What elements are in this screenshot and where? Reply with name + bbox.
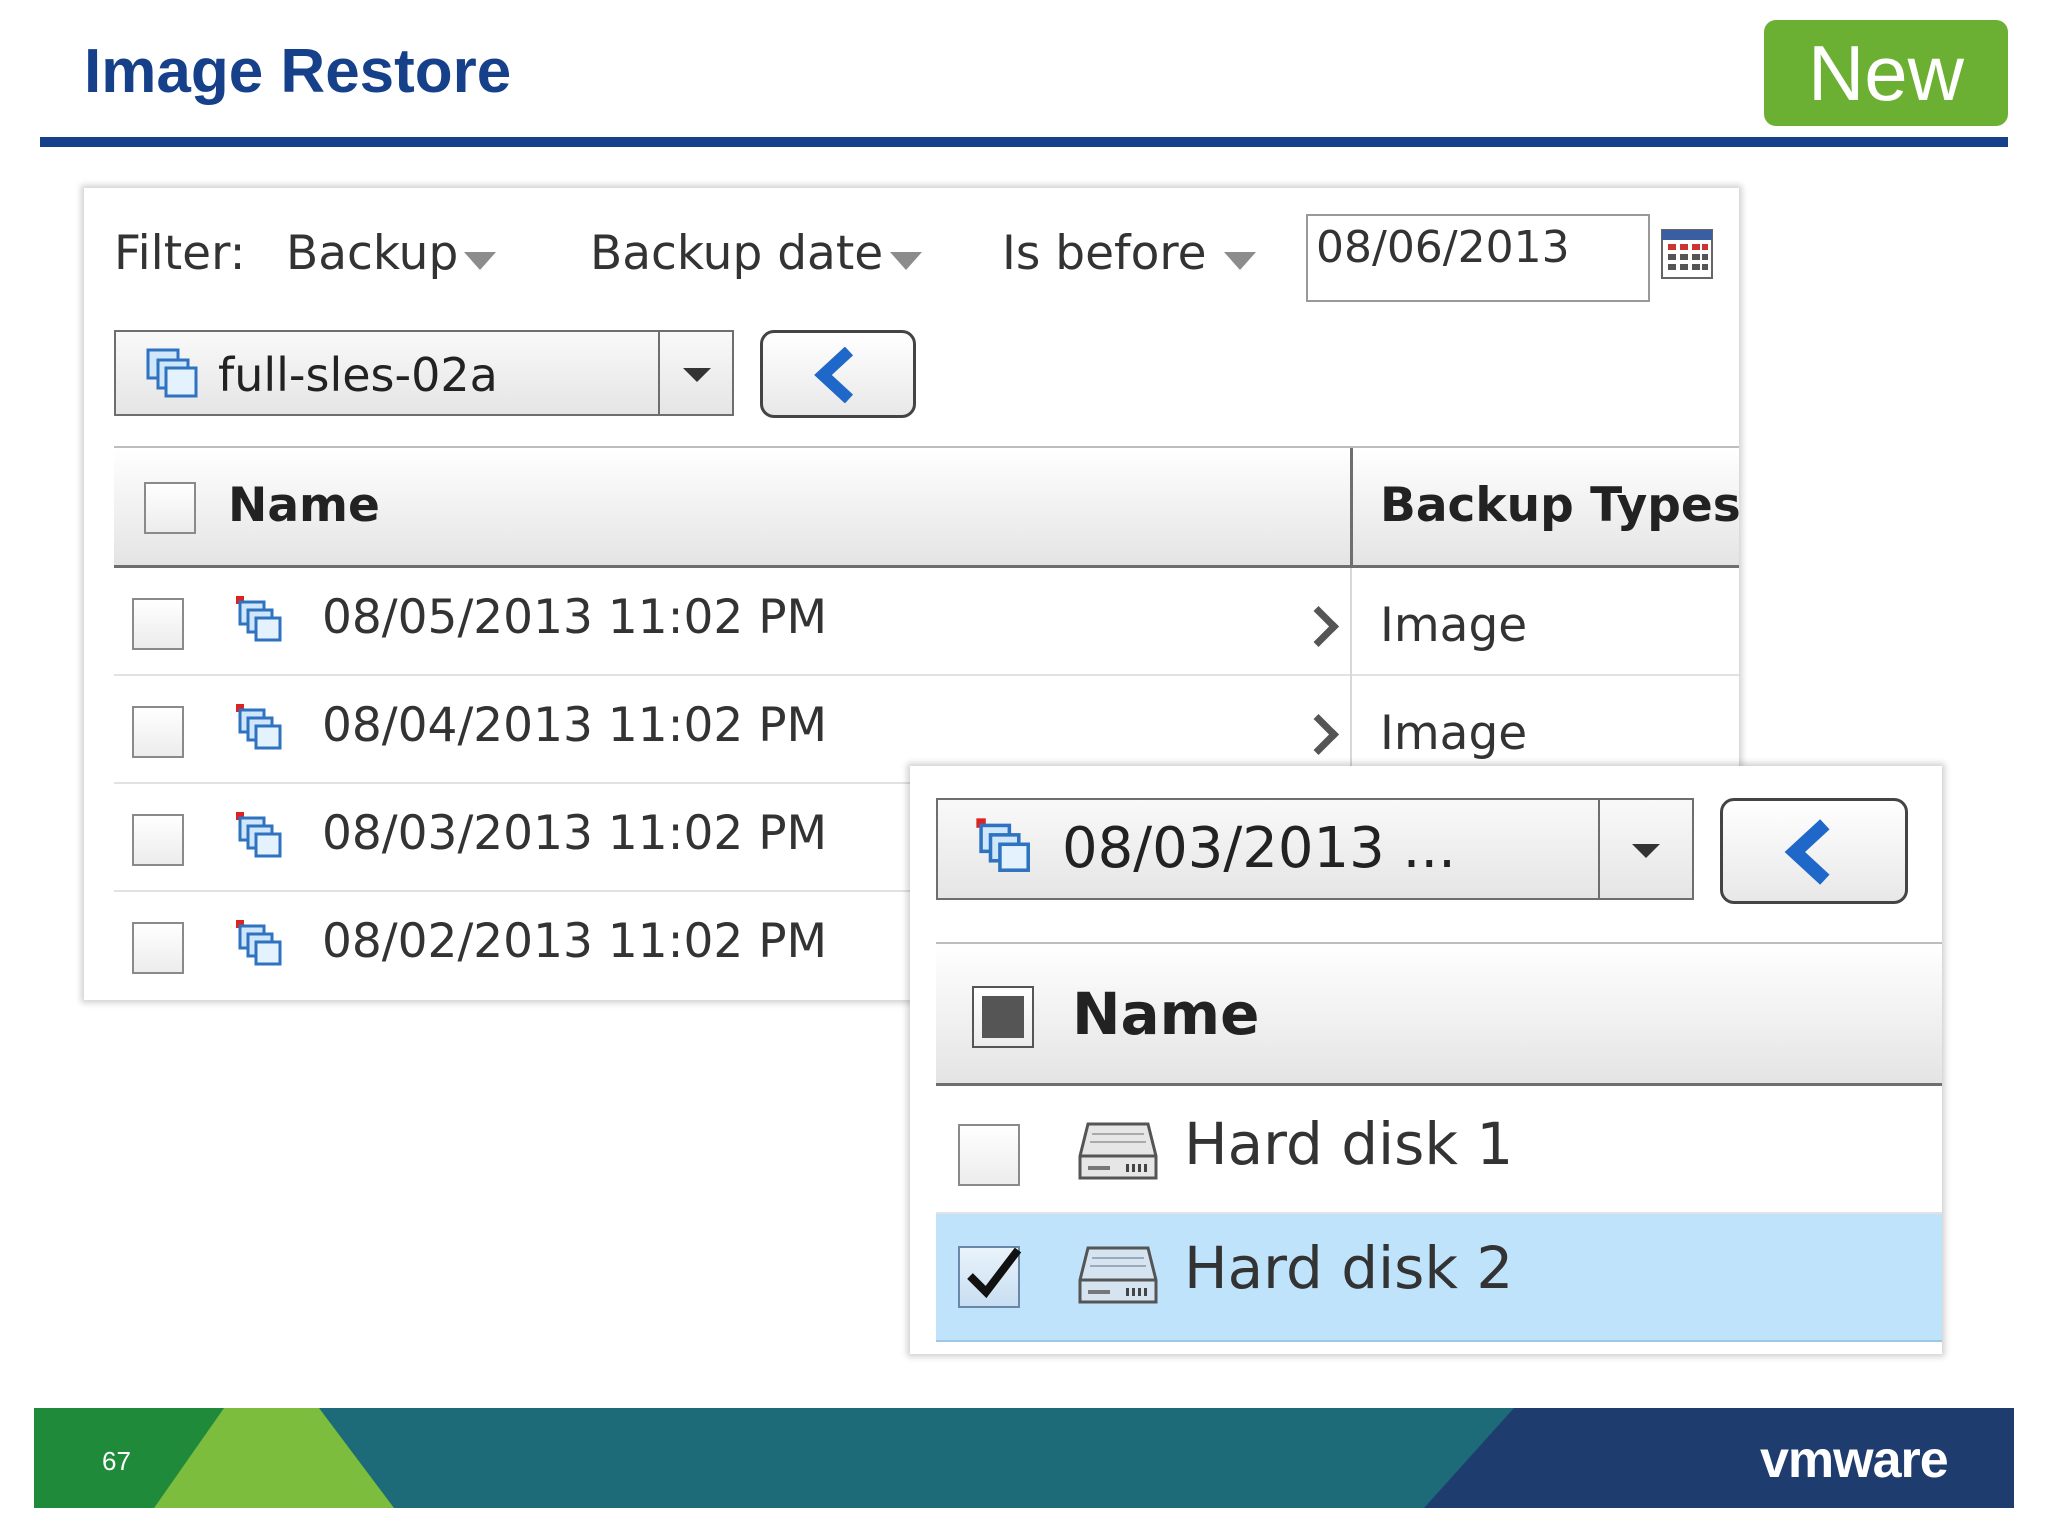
caret-down-icon [1632,844,1660,858]
column-divider [1350,448,1353,568]
vmware-logo: vmware [1760,1431,1949,1489]
backup-type: Image [1380,706,1528,761]
footer-banner [34,1408,2014,1508]
back-chevron-icon [1784,819,1830,885]
backup-type: Image [1380,598,1528,653]
column-header-name[interactable]: Name [1072,980,1259,1048]
back-button[interactable] [1720,798,1908,904]
column-header-name[interactable]: Name [228,478,380,533]
backup-name: 08/03/2013 11:02 PM [322,806,828,861]
backup-point-icon [236,704,282,750]
combo-divider [1598,800,1600,898]
backup-name: 08/04/2013 11:02 PM [322,698,828,753]
new-badge: New [1764,20,2008,126]
page-number: 67 [102,1446,131,1476]
row-checkbox[interactable] [132,706,184,758]
filter-field-dropdown[interactable]: Backup [286,218,516,288]
row-checkbox-checked[interactable] [958,1246,1022,1308]
restore-point-value: 08/03/2013 ... [1062,816,1456,881]
row-checkbox[interactable] [132,598,184,650]
filter-attribute-value: Backup date [590,226,884,281]
hard-disk-icon [1078,1122,1158,1180]
title-divider [40,137,2008,147]
filter-date-input[interactable]: 08/06/2013 [1306,214,1650,302]
hard-disk-icon [1078,1246,1158,1304]
backup-point-icon [976,818,1030,872]
backup-name: 08/02/2013 11:02 PM [322,914,828,969]
select-all-checkbox[interactable] [972,986,1034,1048]
triangle-down-icon [464,252,496,270]
triangle-down-icon [1224,252,1256,270]
filter-label: Filter: [114,226,246,281]
back-button[interactable] [760,330,916,418]
backup-point-icon [236,596,282,642]
column-divider [1350,568,1352,676]
triangle-down-icon [890,252,922,270]
disk-name: Hard disk 2 [1184,1234,1514,1302]
filter-attribute-dropdown[interactable]: Backup date [590,218,930,288]
disk-name: Hard disk 1 [1184,1110,1514,1178]
disk-grid-header: Name [936,942,1942,1086]
slide-title: Image Restore [84,37,512,106]
row-checkbox[interactable] [132,814,184,866]
restore-point-panel: 08/03/2013 ... Name Hard disk 1 Hard dis… [910,766,1942,1354]
filter-operator-dropdown[interactable]: Is before [1002,218,1282,288]
table-row-selected[interactable]: Hard disk 2 [936,1214,1942,1342]
backup-name: 08/05/2013 11:02 PM [322,590,828,645]
backup-grid-header: Name Backup Types [114,446,1739,568]
row-checkbox[interactable] [132,922,184,974]
backup-point-icon [236,812,282,858]
chevron-right-icon[interactable] [1297,713,1340,756]
combo-divider [658,332,660,414]
backup-point-icon [236,920,282,966]
table-row[interactable]: 08/05/2013 11:02 PM Image [114,568,1739,676]
row-checkbox[interactable] [958,1124,1020,1186]
chevron-right-icon[interactable] [1297,605,1340,648]
column-header-backup-types[interactable]: Backup Types [1380,478,1739,533]
vm-selector-combobox[interactable]: full-sles-02a [114,330,734,416]
filter-field-value: Backup [286,226,459,281]
indeterminate-mark [982,996,1024,1038]
restore-point-combobox[interactable]: 08/03/2013 ... [936,798,1694,900]
checkmark-icon [967,1247,1022,1299]
calendar-icon[interactable] [1660,228,1714,280]
table-row[interactable]: Hard disk 1 [936,1086,1942,1214]
back-chevron-icon [814,347,854,403]
select-all-checkbox[interactable] [144,482,196,534]
filter-operator-value: Is before [1002,226,1207,281]
vm-icon [146,348,198,398]
vm-selector-value: full-sles-02a [218,348,498,402]
caret-down-icon [683,368,711,382]
